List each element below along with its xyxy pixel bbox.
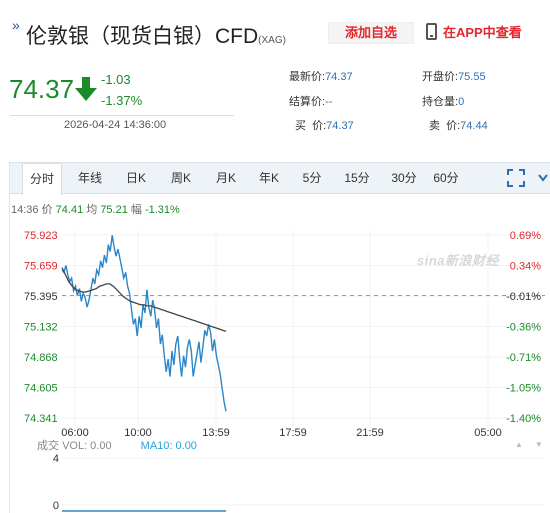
y-tick-price: 75.132: [24, 322, 58, 334]
volume-legend: 成交 VOL: 0.00 MA10: 0.00: [37, 437, 197, 453]
y-tick-percent: -1.40%: [506, 413, 541, 425]
y-tick-percent: 0.34%: [510, 261, 541, 273]
volume-label: 成交: [37, 440, 59, 452]
average-line: [61, 267, 227, 333]
y-tick-percent: -0.71%: [506, 352, 541, 364]
x-tick: 05:00: [474, 427, 502, 439]
volume-ma10: MA10: 0.00: [140, 440, 197, 452]
y-tick-price: 75.923: [24, 230, 58, 242]
y-tick-price: 74.868: [24, 352, 58, 364]
volume-scroll-arrows[interactable]: ▲▼: [515, 440, 550, 449]
x-tick: 13:59: [202, 427, 230, 439]
y-tick-price: 75.659: [24, 261, 58, 273]
y-tick-percent: -1.05%: [506, 383, 541, 395]
volume-axis-label: 0: [53, 500, 59, 512]
y-tick-price: 75.395: [24, 291, 58, 303]
y-tick-percent: 0.69%: [510, 230, 541, 242]
x-tick: 21:59: [356, 427, 384, 439]
y-tick-price: 74.341: [24, 413, 58, 425]
volume-axis-label: 4: [53, 453, 59, 465]
watermark: sina新浪财经: [417, 253, 500, 268]
y-tick-percent: -0.01%: [506, 291, 541, 303]
x-tick: 17:59: [279, 427, 307, 439]
y-tick-price: 74.605: [24, 383, 58, 395]
volume-value: VOL: 0.00: [62, 440, 112, 452]
y-tick-percent: -0.36%: [506, 322, 541, 334]
